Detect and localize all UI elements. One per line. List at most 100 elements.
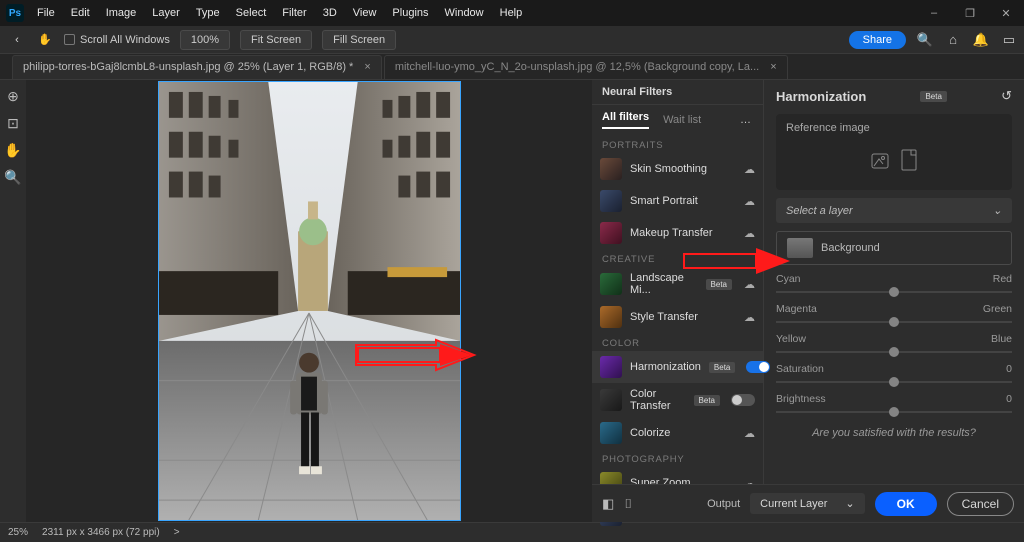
menu-3d[interactable]: 3D (316, 4, 344, 22)
tab-close-icon[interactable]: × (364, 61, 370, 73)
menu-select[interactable]: Select (229, 4, 274, 22)
beta-badge: Beta (920, 91, 946, 102)
document-tab-active[interactable]: philipp-torres-bGaj8lcmbL8-unsplash.jpg … (12, 55, 382, 79)
thumb-icon (600, 306, 622, 328)
cloud-download-icon[interactable]: ☁ (744, 227, 755, 240)
document-tab-inactive[interactable]: mitchell-luo-ymo_yC_N_2o-unsplash.jpg @ … (384, 55, 788, 79)
menu-edit[interactable]: Edit (64, 4, 97, 22)
filter-colorize[interactable]: Colorize ☁ (592, 417, 763, 449)
menu-file[interactable]: File (30, 4, 62, 22)
ok-button[interactable]: OK (875, 492, 937, 516)
thumb-icon (600, 356, 622, 378)
slider-cyan-red[interactable] (776, 291, 1012, 293)
slider-left-label: Cyan (776, 273, 801, 285)
filter-skin-smoothing[interactable]: Skin Smoothing☁ (592, 153, 763, 185)
filter-label: Style Transfer (630, 311, 698, 323)
thumb-icon (600, 389, 622, 411)
main-area: ⊕ ⊡ ✋ 🔍 (0, 80, 1024, 522)
layer-option-background[interactable]: Background (776, 231, 1012, 265)
close-button[interactable]: ✕ (988, 0, 1024, 26)
filter-smart-portrait[interactable]: Smart Portrait☁ (592, 185, 763, 217)
search-icon[interactable]: 🔍 (916, 32, 934, 48)
share-button[interactable]: Share (849, 31, 906, 49)
window-controls: – ❐ ✕ (916, 0, 1024, 26)
slider-magenta-green[interactable] (776, 321, 1012, 323)
tool-crop-icon[interactable]: ⊡ (7, 115, 19, 132)
layer-thumbnail-icon (787, 238, 813, 258)
filter-harmonization[interactable]: HarmonizationBeta (592, 351, 763, 383)
filter-color-transfer[interactable]: Color TransferBeta (592, 383, 763, 417)
cloud-download-icon[interactable]: ☁ (744, 311, 755, 324)
cloud-download-icon[interactable]: ☁ (744, 278, 755, 291)
layers-icon[interactable]: ⌷ (624, 496, 632, 512)
scroll-all-checkbox[interactable]: Scroll All Windows (64, 34, 170, 46)
output-label: Output (707, 498, 740, 510)
menu-view[interactable]: View (346, 4, 384, 22)
filter-label: Landscape Mi... (630, 272, 698, 296)
tab-label: philipp-torres-bGaj8lcmbL8-unsplash.jpg … (23, 61, 353, 73)
cloud-download-icon[interactable]: ☁ (744, 427, 755, 440)
menu-plugins[interactable]: Plugins (385, 4, 435, 22)
filter-toggle[interactable] (746, 361, 770, 373)
filter-landscape-mixer[interactable]: Landscape Mi...Beta☁ (592, 267, 763, 301)
slider-brightness[interactable] (776, 411, 1012, 413)
filter-label: Colorize (630, 427, 670, 439)
tool-zoom-icon[interactable]: 🔍 (4, 169, 21, 186)
cloud-download-icon[interactable]: ☁ (744, 195, 755, 208)
reference-placeholder-icon[interactable] (786, 140, 1002, 180)
menu-image[interactable]: Image (99, 4, 144, 22)
filter-tabs: All filters Wait list … (592, 105, 763, 135)
slider-left-label: Brightness (776, 393, 826, 405)
slider-saturation[interactable] (776, 381, 1012, 383)
menu-window[interactable]: Window (438, 4, 491, 22)
output-dropdown[interactable]: Current Layer ⌄ (750, 493, 864, 514)
filters-more-icon[interactable]: … (740, 114, 753, 126)
filter-toggle[interactable] (731, 394, 755, 406)
tool-zoom-in-icon[interactable]: ⊕ (7, 88, 19, 105)
slider-right-label: 0 (1006, 393, 1012, 405)
left-toolbar: ⊕ ⊡ ✋ 🔍 (0, 80, 26, 522)
notifications-icon[interactable]: 🔔 (972, 32, 990, 48)
restore-button[interactable]: ❐ (952, 0, 988, 26)
filter-style-transfer[interactable]: Style Transfer ☁ (592, 301, 763, 333)
fit-screen-button[interactable]: Fit Screen (240, 30, 312, 50)
filter-list-panel: Neural Filters All filters Wait list … P… (592, 80, 764, 522)
filter-makeup-transfer[interactable]: Makeup Transfer☁ (592, 217, 763, 249)
slider-knob-icon (889, 377, 899, 387)
filter-label: Color Transfer (630, 388, 686, 412)
menu-layer[interactable]: Layer (145, 4, 187, 22)
slider-left-label: Yellow (776, 333, 806, 345)
tab-close-icon[interactable]: × (770, 61, 776, 73)
minimize-button[interactable]: – (916, 0, 952, 26)
select-layer-dropdown[interactable]: Select a layer ⌄ (776, 198, 1012, 223)
menu-filter[interactable]: Filter (275, 4, 313, 22)
thumb-icon (600, 222, 622, 244)
fill-screen-button[interactable]: Fill Screen (322, 30, 396, 50)
neural-filters-panel: Neural Filters All filters Wait list … P… (592, 80, 1024, 522)
cloud-download-icon[interactable]: ☁ (744, 163, 755, 176)
slider-knob-icon (889, 407, 899, 417)
status-chevron-icon[interactable]: > (174, 527, 180, 538)
reset-icon[interactable]: ↺ (1001, 88, 1012, 104)
hand-tool-icon[interactable]: ✋ (36, 33, 54, 46)
scroll-all-label: Scroll All Windows (80, 34, 170, 46)
filter-label: Harmonization (630, 361, 701, 373)
zoom-value[interactable]: 100% (180, 30, 230, 50)
checkbox-icon (64, 34, 75, 45)
slider-left-label: Magenta (776, 303, 817, 315)
tab-wait-list[interactable]: Wait list (663, 114, 701, 126)
workspace-icon[interactable]: ▭ (1000, 32, 1018, 48)
canvas-area[interactable] (26, 80, 592, 522)
cancel-button[interactable]: Cancel (947, 492, 1014, 516)
slider-yellow-blue[interactable] (776, 351, 1012, 353)
preview-toggle-icon[interactable]: ◧ (602, 496, 614, 512)
tool-hand-icon[interactable]: ✋ (4, 142, 21, 159)
document-canvas (158, 81, 461, 521)
slider-knob-icon (889, 347, 899, 357)
back-button[interactable]: ‹ (8, 31, 26, 49)
menu-type[interactable]: Type (189, 4, 227, 22)
home-icon[interactable]: ⌂ (944, 32, 962, 47)
status-zoom[interactable]: 25% (8, 527, 28, 538)
tab-all-filters[interactable]: All filters (602, 111, 649, 129)
menu-help[interactable]: Help (493, 4, 530, 22)
